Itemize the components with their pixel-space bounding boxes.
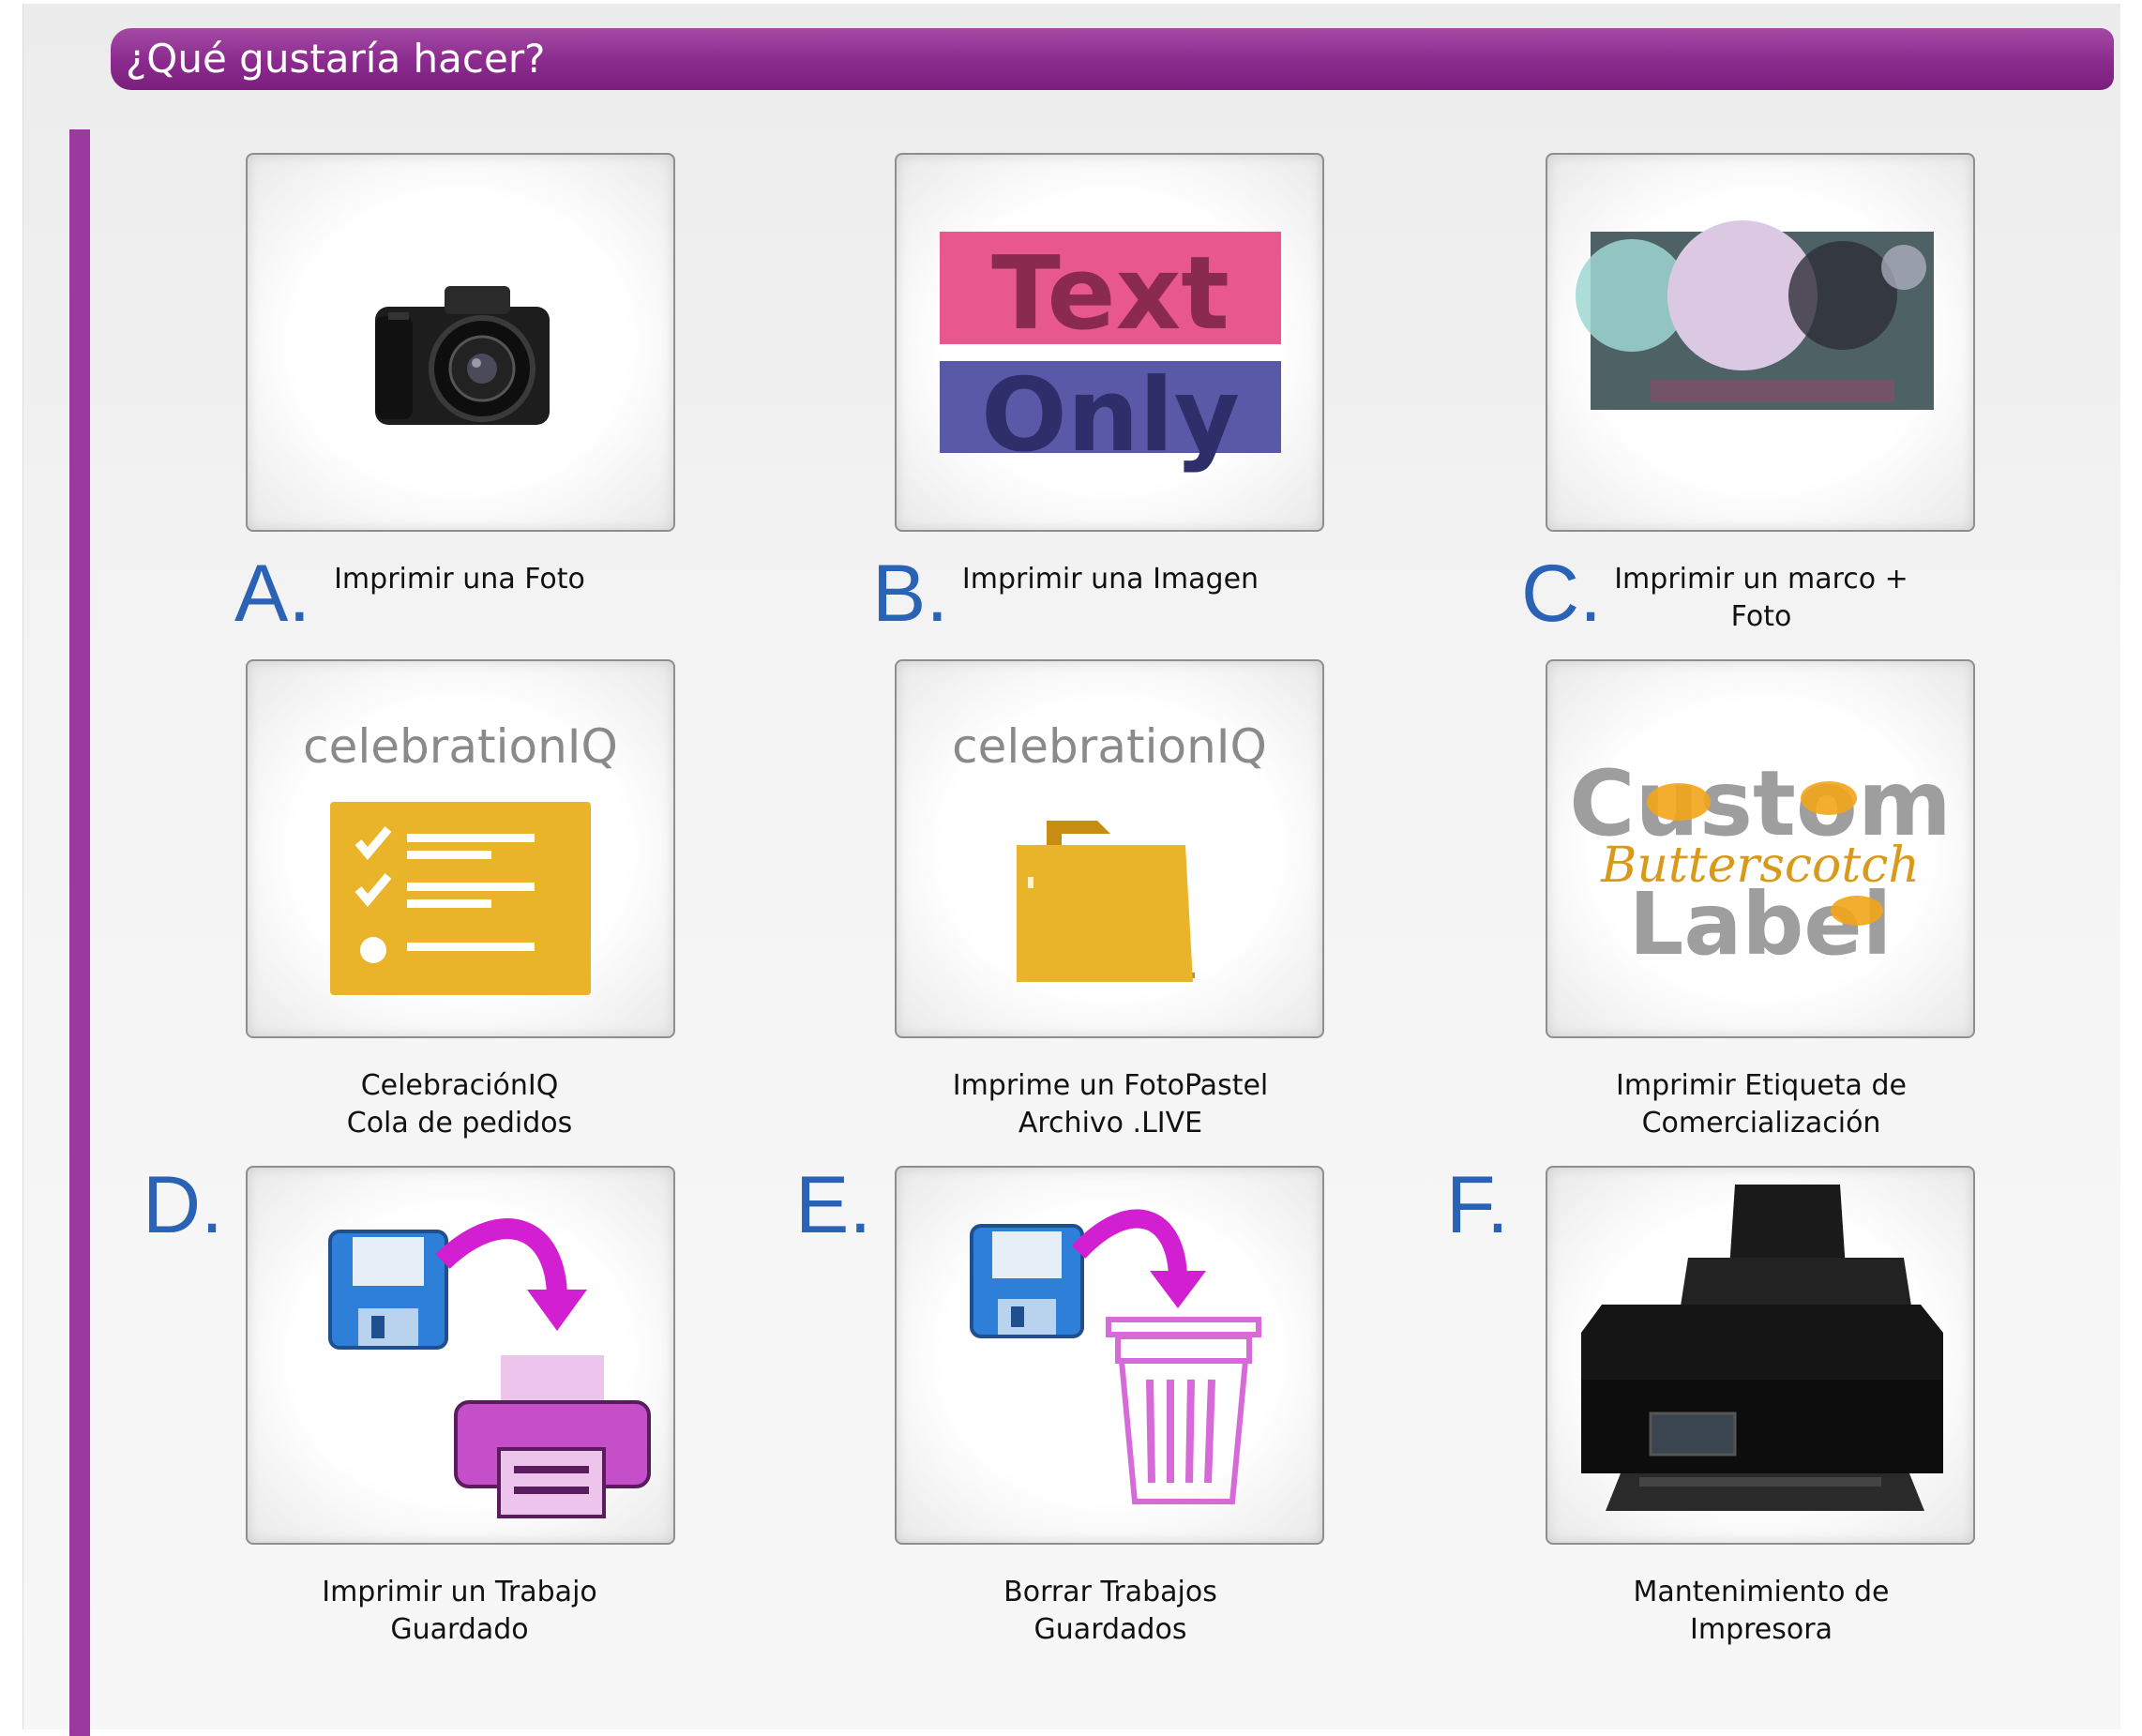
celebrationiq-queue-label: CelebraciónIQ Cola de pedidos (346, 1069, 573, 1140)
celebrationiq-logo: celebrationIQ (303, 719, 618, 774)
save-to-print-icon (328, 1218, 651, 1518)
printer-maintenance-button[interactable] (1546, 1166, 1975, 1545)
photo-frame-icon (1576, 220, 1934, 410)
label-icon: Custom Butterscotch Label (1569, 751, 1952, 974)
text-only-icon: Text Only (940, 232, 1281, 475)
camera-icon (375, 286, 550, 425)
print-frame-photo-label: Imprimir un marco + Foto (1614, 563, 1908, 633)
marketing-label-label: Imprimir Etiqueta de Comercialización (1616, 1069, 1907, 1140)
print-photo-button[interactable] (246, 153, 675, 532)
delete-saved-jobs-label: Borrar Trabajos Guardados (1003, 1576, 1217, 1646)
folder-icon: celebrationIQ (952, 719, 1267, 982)
page-title: ¿Qué gustaría hacer? (111, 28, 2114, 90)
fotopastel-live-label: Imprime un FotoPastel Archivo .LIVE (952, 1069, 1269, 1140)
print-saved-job-button[interactable] (246, 1166, 675, 1545)
print-image-button[interactable]: Text Only (895, 153, 1324, 532)
print-photo-label: Imprimir una Foto (334, 563, 585, 596)
left-accent-bar (69, 129, 90, 1736)
letter-d: D. (143, 1160, 223, 1250)
printer-icon (1581, 1185, 1943, 1511)
print-frame-photo-button[interactable] (1546, 153, 1975, 532)
printer-maintenance-label: Mantenimiento de Impresora (1633, 1576, 1890, 1646)
celebrationiq-queue-button[interactable]: celebrationIQ (246, 659, 675, 1038)
letter-e: E. (795, 1160, 872, 1250)
print-marketing-label-button[interactable]: Custom Butterscotch Label (1546, 659, 1975, 1038)
only-word: Only (981, 357, 1240, 475)
fotopastel-live-file-button[interactable]: celebrationIQ (895, 659, 1324, 1038)
celebrationiq-logo: celebrationIQ (952, 719, 1267, 774)
print-image-label: Imprimir una Imagen (961, 563, 1260, 596)
letter-f: F. (1446, 1160, 1509, 1250)
text-word: Text (991, 235, 1229, 353)
save-to-trash-icon (970, 1209, 1261, 1504)
delete-saved-jobs-button[interactable] (895, 1166, 1324, 1545)
print-saved-job-label: Imprimir un Trabajo Guardado (322, 1576, 597, 1646)
checklist-icon: celebrationIQ (303, 719, 618, 995)
